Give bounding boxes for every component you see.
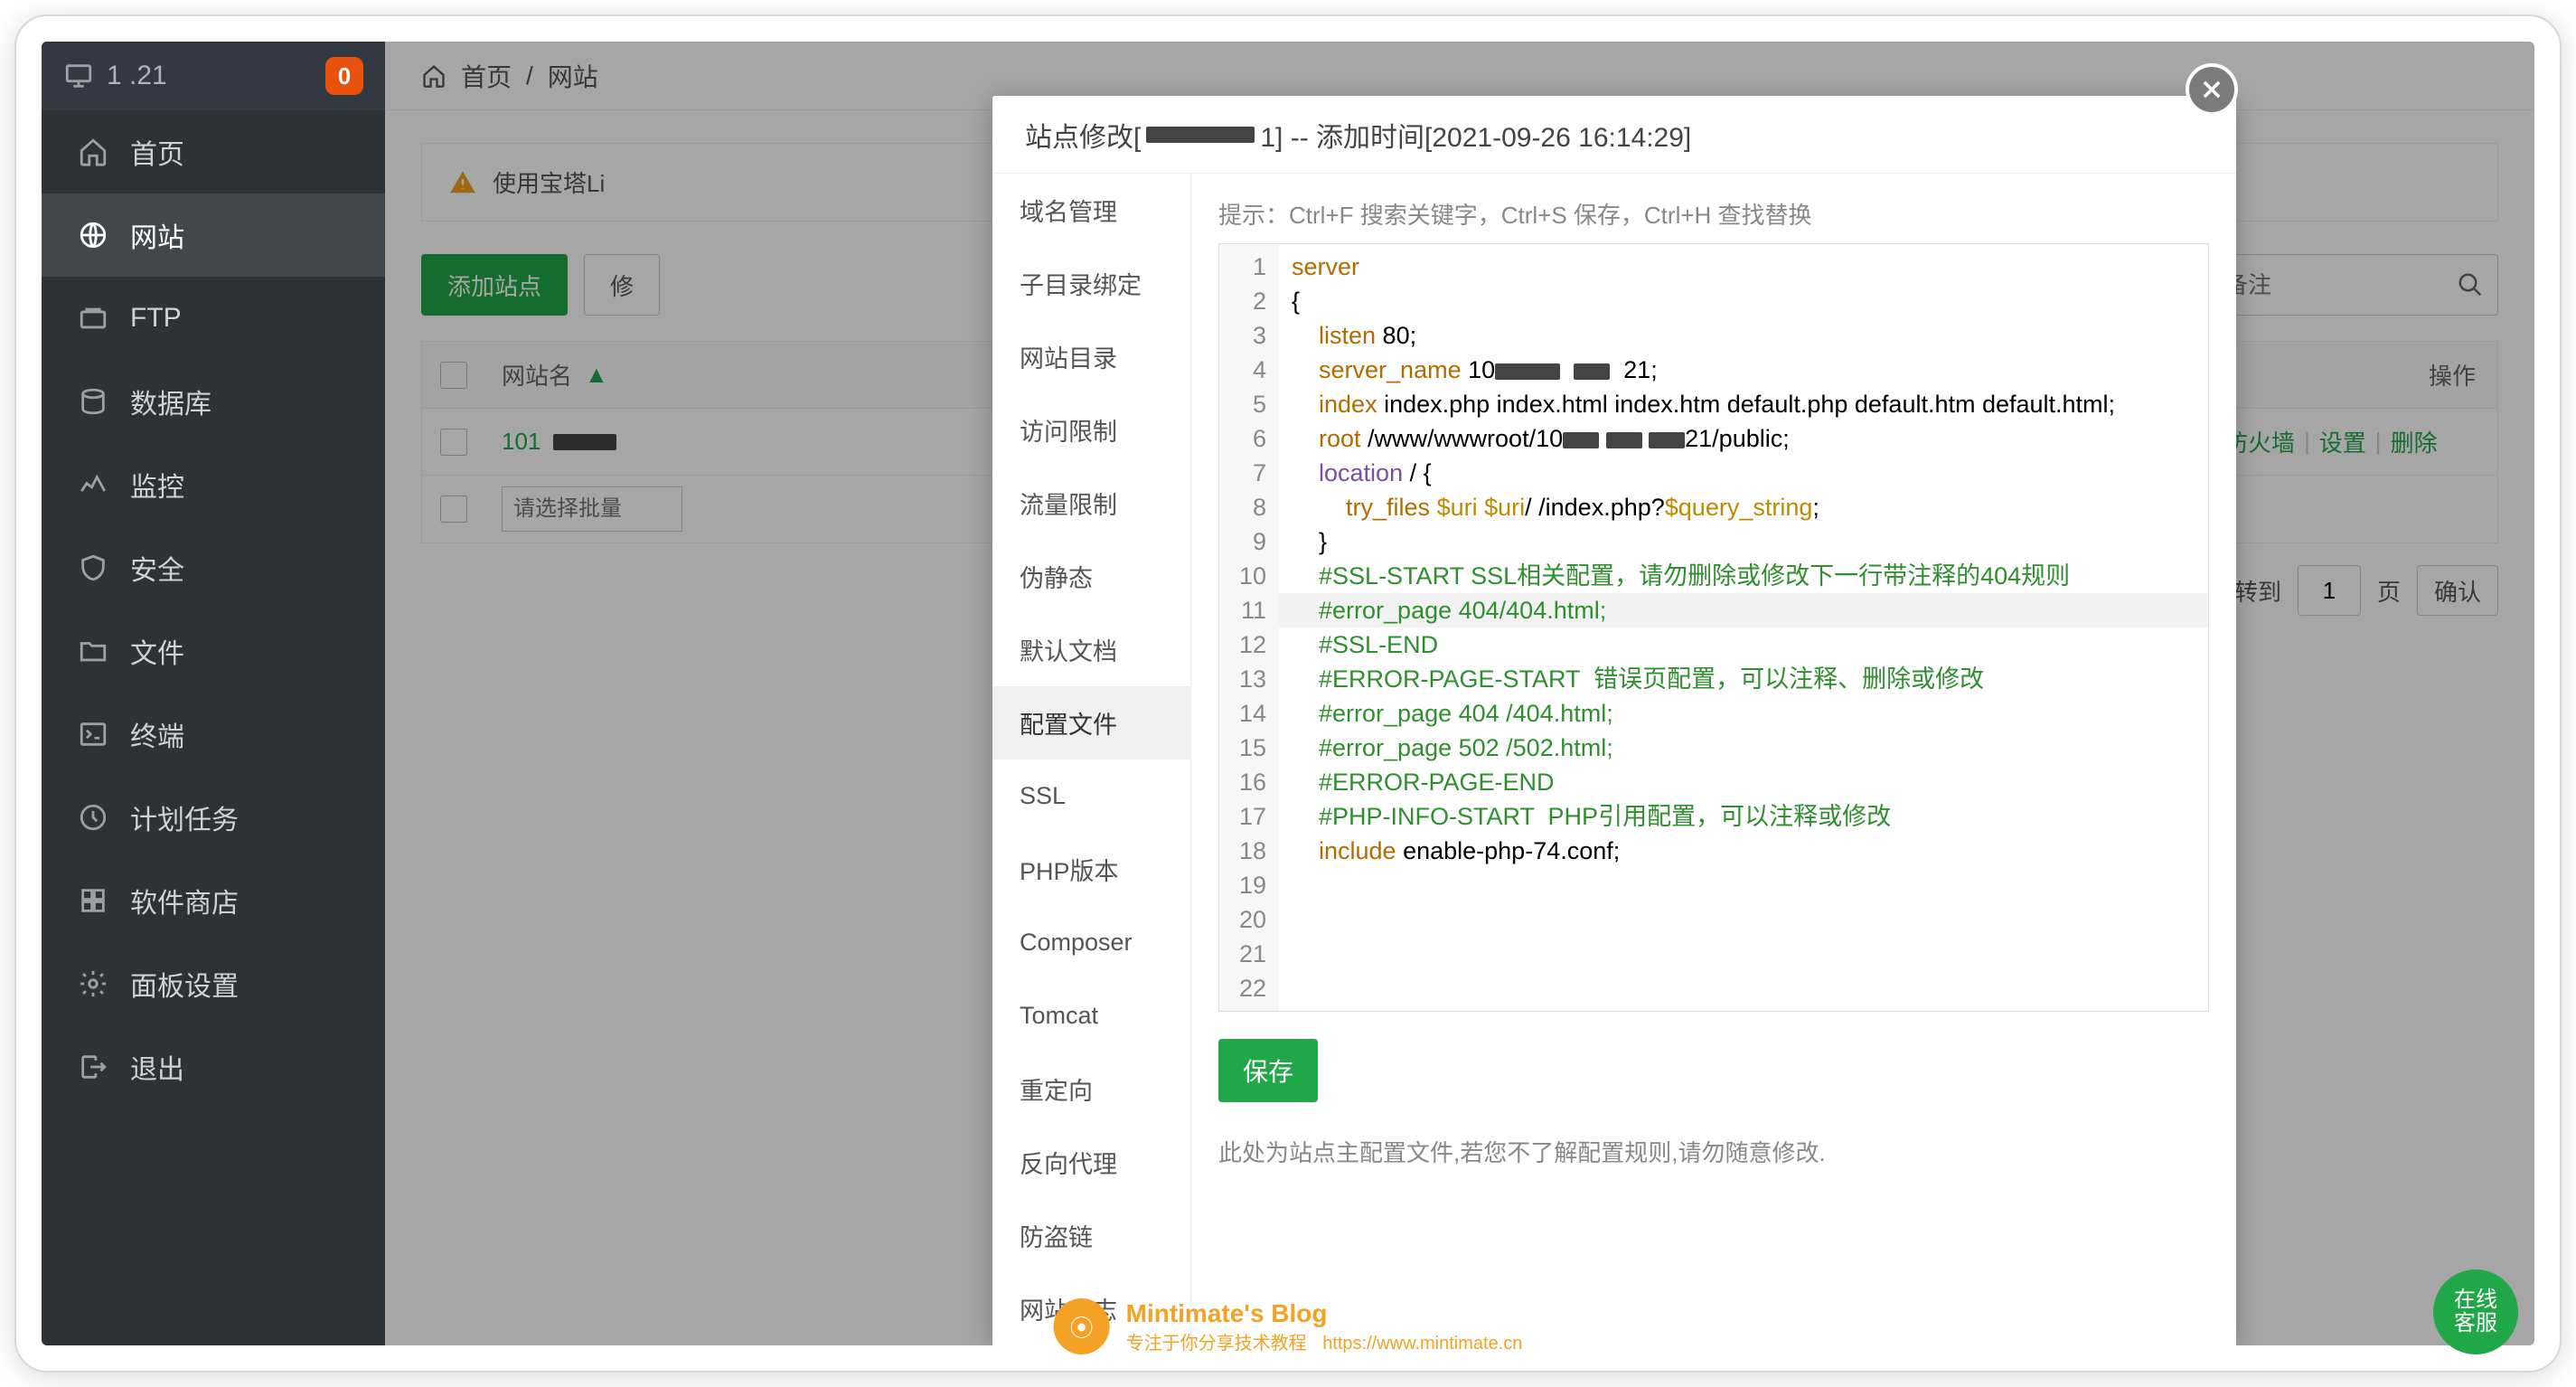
- side-tab-5[interactable]: 伪静态: [992, 540, 1190, 613]
- sidebar-item-logout[interactable]: 退出: [42, 1025, 385, 1109]
- security-icon: [78, 552, 108, 583]
- store-icon: [78, 885, 108, 916]
- side-tab-13[interactable]: 反向代理: [992, 1126, 1190, 1199]
- sidebar-item-terminal[interactable]: 终端: [42, 693, 385, 776]
- sidebar-item-security[interactable]: 安全: [42, 526, 385, 609]
- monitor-icon: [63, 61, 94, 91]
- sidebar-item-monitor[interactable]: 监控: [42, 443, 385, 526]
- sidebar-item-store[interactable]: 软件商店: [42, 859, 385, 942]
- side-tab-2[interactable]: 网站目录: [992, 320, 1190, 393]
- sidebar-item-cron[interactable]: 计划任务: [42, 776, 385, 859]
- config-note: 此处为站点主配置文件,若您不了解配置规则,请勿随意修改.: [1218, 1135, 2209, 1168]
- side-tab-9[interactable]: PHP版本: [992, 833, 1190, 906]
- db-icon: [78, 386, 108, 417]
- side-tab-8[interactable]: SSL: [992, 760, 1190, 833]
- notify-badge[interactable]: 0: [325, 57, 363, 95]
- home-icon: [78, 137, 108, 167]
- monitor-icon: [78, 469, 108, 500]
- side-tab-4[interactable]: 流量限制: [992, 467, 1190, 540]
- terminal-icon: [78, 719, 108, 750]
- side-tab-0[interactable]: 域名管理: [992, 174, 1190, 247]
- side-tab-3[interactable]: 访问限制: [992, 393, 1190, 467]
- sidebar-item-site[interactable]: 网站: [42, 193, 385, 277]
- support-fab[interactable]: 在线 客服: [2433, 1269, 2518, 1354]
- top-bar: 1 .21 0: [42, 42, 385, 110]
- sidebar-item-file[interactable]: 文件: [42, 609, 385, 693]
- side-tab-6[interactable]: 默认文档: [992, 613, 1190, 686]
- modal-title: 站点修改[ 1] -- 添加时间[2021-09-26 16:14:29]: [992, 96, 2236, 174]
- logout-icon: [78, 1052, 108, 1082]
- editor-hint: 提示：Ctrl+F 搜索关键字，Ctrl+S 保存，Ctrl+H 查找替换: [1218, 197, 2209, 231]
- watermark-icon: ⦿: [1054, 1298, 1110, 1354]
- save-button[interactable]: 保存: [1218, 1039, 1318, 1102]
- server-ip: 1 .21: [107, 61, 167, 91]
- sidebar: 1 .21 0 首页网站FTP数据库监控安全文件终端计划任务软件商店面板设置退出: [42, 42, 385, 1345]
- side-tab-1[interactable]: 子目录绑定: [992, 247, 1190, 320]
- main: 首页 / 网站 使用宝塔Li 添加站点 修 网站名▲: [385, 42, 2534, 1345]
- cron-icon: [78, 802, 108, 833]
- setting-icon: [78, 968, 108, 999]
- sidebar-item-ftp[interactable]: FTP: [42, 277, 385, 360]
- side-tab-12[interactable]: 重定向: [992, 1052, 1190, 1126]
- side-tab-11[interactable]: Tomcat: [992, 979, 1190, 1052]
- site-icon: [78, 220, 108, 250]
- side-tab-14[interactable]: 防盗链: [992, 1199, 1190, 1272]
- watermark: ⦿ Mintimate's Blog 专注于你分享技术教程 https://ww…: [1054, 1298, 1523, 1354]
- side-tab-10[interactable]: Composer: [992, 906, 1190, 979]
- sidebar-item-home[interactable]: 首页: [42, 110, 385, 193]
- side-tab-7[interactable]: 配置文件: [992, 686, 1190, 760]
- ftp-icon: [78, 303, 108, 334]
- config-editor[interactable]: 12345678910111213141516171819202122 serv…: [1218, 243, 2209, 1012]
- site-edit-modal: 站点修改[ 1] -- 添加时间[2021-09-26 16:14:29] 域名…: [992, 96, 2236, 1345]
- side-tabs: 域名管理子目录绑定网站目录访问限制流量限制伪静态默认文档配置文件SSLPHP版本…: [992, 174, 1191, 1345]
- close-icon[interactable]: [2186, 63, 2238, 116]
- sidebar-item-setting[interactable]: 面板设置: [42, 942, 385, 1025]
- sidebar-item-db[interactable]: 数据库: [42, 360, 385, 443]
- file-icon: [78, 636, 108, 666]
